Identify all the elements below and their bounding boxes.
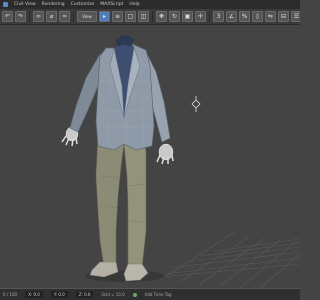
align-icon[interactable]: ⊟ — [278, 11, 289, 22]
coord-y-field[interactable]: Y: 0.0 — [50, 291, 68, 298]
right-hand — [156, 143, 174, 165]
menu-rendering[interactable]: Rendering — [42, 0, 65, 9]
view-dropdown[interactable]: View — [77, 11, 97, 22]
key-indicator-icon[interactable] — [132, 292, 137, 297]
angle-snap-icon[interactable]: ∠ — [226, 11, 237, 22]
layer-icon[interactable]: ☰ — [291, 11, 300, 22]
link-icon[interactable]: ∞ — [33, 11, 44, 22]
select-by-name-icon[interactable]: ≡ — [112, 11, 123, 22]
time-slider-label[interactable]: 0 / 100 — [3, 292, 17, 297]
status-bar: 0 / 100 X: 0.0 Y: 0.0 Z: 0.0 Grid = 10.0… — [0, 288, 300, 300]
menu-customize[interactable]: Customize — [71, 0, 95, 9]
rectangle-select-icon[interactable]: □ — [125, 11, 136, 22]
ground-grid — [149, 231, 300, 288]
redo-icon[interactable]: ↷ — [15, 11, 26, 22]
trousers — [95, 133, 147, 269]
mirror-icon[interactable]: ⇋ — [265, 11, 276, 22]
menu-bar: Civil View Rendering Customize MAXScript… — [0, 0, 300, 9]
viewport-canvas — [61, 35, 300, 288]
menu-civil-view[interactable]: Civil View — [14, 0, 36, 9]
bind-icon[interactable]: ≈ — [59, 11, 70, 22]
percent-snap-icon[interactable]: % — [239, 11, 250, 22]
move-icon[interactable]: ✥ — [156, 11, 167, 22]
window-crossing-icon[interactable]: ◫ — [138, 11, 149, 22]
add-time-tag-label[interactable]: Add Time Tag — [145, 292, 172, 297]
pivot-icon[interactable]: ✛ — [195, 11, 206, 22]
undo-icon[interactable]: ↶ — [2, 11, 13, 22]
perspective-viewport[interactable] — [0, 26, 300, 288]
light-gizmo-icon[interactable] — [191, 96, 201, 112]
shirt-collar — [115, 35, 135, 47]
toolbar-divider — [209, 11, 210, 22]
toolbar-divider — [73, 11, 74, 22]
rotate-icon[interactable]: ↻ — [169, 11, 180, 22]
menu-help[interactable]: Help — [129, 0, 139, 9]
coord-x-field[interactable]: X: 0.0 — [25, 291, 43, 298]
app-icon[interactable] — [3, 2, 8, 7]
coord-z-field[interactable]: Z: 0.0 — [75, 291, 94, 298]
snap-icon[interactable]: 3 — [213, 11, 224, 22]
spinner-snap-icon[interactable]: ◊ — [252, 11, 263, 22]
scale-icon[interactable]: ▣ — [182, 11, 193, 22]
grid-size-label: Grid = 10.0 — [101, 292, 125, 297]
toolbar-divider — [152, 11, 153, 22]
main-toolbar: ↶ ↷ ∞ ⌀ ≈ View ▸ ≡ □ ◫ ✥ ↻ ▣ ✛ 3 ∠ % ◊ ⇋… — [0, 9, 300, 25]
select-icon[interactable]: ▸ — [99, 11, 110, 22]
toolbar-divider — [29, 11, 30, 22]
menu-maxscript[interactable]: MAXScript — [100, 0, 123, 9]
unlink-icon[interactable]: ⌀ — [46, 11, 57, 22]
